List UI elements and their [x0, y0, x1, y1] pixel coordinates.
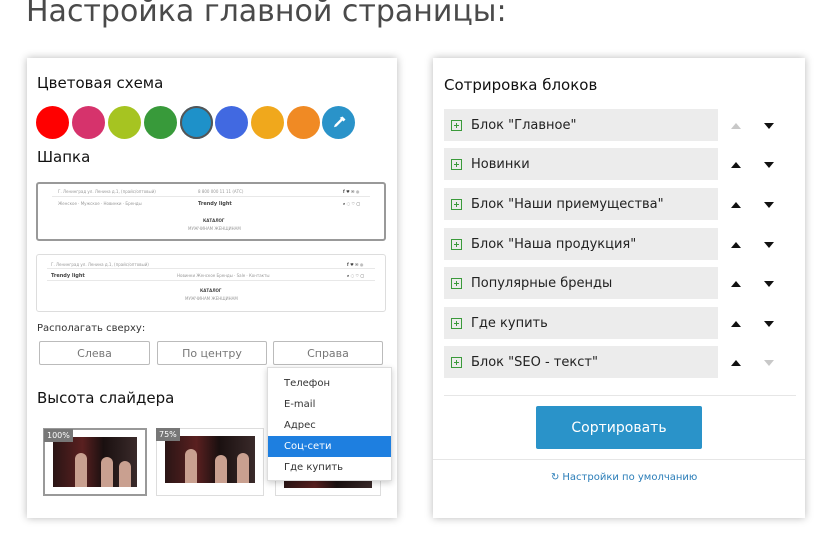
- color-picker-button[interactable]: [322, 106, 355, 139]
- sort-button[interactable]: Сортировать: [536, 406, 702, 449]
- reset-defaults-label: Настройки по умолчанию: [562, 472, 698, 483]
- preview-nav: Женское · Мужское · Новинки · Бренды: [58, 201, 142, 206]
- move-down-arrow-icon[interactable]: [764, 162, 774, 168]
- expand-plus-icon[interactable]: [451, 158, 462, 170]
- preview-action-icons: ⌕ ◌ ♡ ▢: [343, 201, 361, 206]
- dropdown-item-where-to-buy[interactable]: Где купить: [268, 457, 391, 478]
- color-swatch-royal-blue[interactable]: [215, 106, 248, 139]
- sort-blocks-title: Сотрировка блоков: [444, 76, 598, 94]
- sort-block-label: Блок "Наши приемущества": [471, 196, 664, 212]
- slider-preview-image: [165, 436, 255, 483]
- preview-sub: МУЖЧИНАМ ЖЕНЩИНАМ: [188, 226, 241, 231]
- slider-badge: 100%: [44, 429, 73, 442]
- divider: [433, 459, 805, 460]
- header-layout-option-1[interactable]: Г. Ленинград ул. Ленина д.1, (прайс/опто…: [36, 182, 386, 241]
- preview-logo: Trendy light: [198, 201, 232, 207]
- color-swatch-orange[interactable]: [287, 106, 320, 139]
- move-up-arrow-icon[interactable]: [731, 321, 741, 327]
- color-swatch-pink[interactable]: [72, 106, 105, 139]
- move-down-arrow-icon: [764, 360, 774, 366]
- expand-plus-icon[interactable]: [451, 198, 462, 210]
- sort-block-label: Популярные бренды: [471, 275, 613, 291]
- sort-block-row[interactable]: Блок "SEO - текст": [444, 346, 718, 378]
- position-label: Располагать сверху:: [37, 323, 146, 334]
- slider-height-option-100[interactable]: 100%: [43, 428, 147, 496]
- color-scheme-title: Цветовая схема: [37, 74, 164, 92]
- sort-block-label: Блок "Главное": [471, 117, 577, 133]
- slider-preview-image: [284, 481, 372, 488]
- color-swatch-red[interactable]: [36, 106, 69, 139]
- header-layout-option-2[interactable]: Г. Ленинград ул. Ленина д.1, (прайс/опто…: [36, 254, 386, 312]
- sort-block-row[interactable]: Блок "Главное": [444, 109, 718, 141]
- move-down-arrow-icon[interactable]: [764, 123, 774, 129]
- eyedropper-icon: [333, 116, 345, 127]
- preview-catalog: КАТАЛОГ: [203, 218, 225, 223]
- slider-preview-image: [53, 437, 137, 487]
- slider-height-title: Высота слайдера: [37, 389, 175, 407]
- page-title: Настройка главной страницы:: [26, 0, 507, 29]
- preview-action-icons: ⌕ ◌ ♡ ▢: [347, 273, 365, 278]
- header-title: Шапка: [37, 148, 91, 166]
- move-up-arrow-icon[interactable]: [731, 360, 741, 366]
- dropdown-item-email[interactable]: E-mail: [268, 394, 391, 415]
- color-swatch-blue[interactable]: [180, 106, 213, 139]
- move-down-arrow-icon[interactable]: [764, 281, 774, 287]
- slider-badge: 75%: [156, 428, 180, 441]
- dropdown-item-phone[interactable]: Телефон: [268, 373, 391, 394]
- position-right-button[interactable]: Справа: [273, 341, 383, 365]
- color-swatch-lime[interactable]: [108, 106, 141, 139]
- reset-defaults-link[interactable]: ↻ Настройки по умолчанию: [551, 472, 697, 483]
- color-swatch-yellow[interactable]: [251, 106, 284, 139]
- move-up-arrow-icon[interactable]: [731, 281, 741, 287]
- preview-sub: МУЖЧИНАМ ЖЕНЩИНАМ: [185, 296, 238, 301]
- refresh-icon: ↻: [551, 472, 560, 483]
- move-down-arrow-icon[interactable]: [764, 321, 774, 327]
- preview-social-icons: f ♥ ✉ ◎: [343, 189, 360, 194]
- move-up-arrow-icon[interactable]: [731, 162, 741, 168]
- sort-block-row[interactable]: Блок "Наши приемущества": [444, 188, 718, 220]
- expand-plus-icon[interactable]: [451, 317, 462, 329]
- preview-nav: Новинки Женское Бренды · Sale · Контакты: [177, 273, 270, 278]
- preview-address: Г. Ленинград ул. Ленина д.1, (прайс/опто…: [58, 189, 156, 194]
- sort-block-label: Где купить: [471, 315, 548, 331]
- sort-block-label: Блок "Наша продукция": [471, 236, 637, 252]
- position-left-button[interactable]: Слева: [39, 341, 150, 365]
- move-down-arrow-icon[interactable]: [764, 242, 774, 248]
- preview-address: Г. Ленинград ул. Ленина д.1, (прайс/опто…: [51, 262, 149, 267]
- expand-plus-icon[interactable]: [451, 119, 462, 131]
- dropdown-item-social[interactable]: Соц-сети: [268, 436, 391, 457]
- move-up-arrow-icon[interactable]: [731, 242, 741, 248]
- sort-block-row[interactable]: Блок "Наша продукция": [444, 228, 718, 260]
- sort-block-row[interactable]: Популярные бренды: [444, 267, 718, 299]
- move-down-arrow-icon[interactable]: [764, 202, 774, 208]
- preview-catalog: КАТАЛОГ: [200, 288, 222, 293]
- dropdown-item-address[interactable]: Адрес: [268, 415, 391, 436]
- expand-plus-icon[interactable]: [451, 356, 462, 368]
- expand-plus-icon[interactable]: [451, 238, 462, 250]
- sort-block-label: Блок "SEO - текст": [471, 354, 598, 370]
- move-up-arrow-icon: [731, 123, 741, 129]
- move-up-arrow-icon[interactable]: [731, 202, 741, 208]
- sort-block-row[interactable]: Новинки: [444, 148, 718, 180]
- divider: [444, 395, 796, 396]
- preview-social-icons: f ♥ ✉ ◎: [347, 262, 364, 267]
- sort-block-label: Новинки: [471, 156, 530, 172]
- preview-logo: Trendy light: [51, 273, 85, 279]
- position-dropdown-menu: Телефон E-mail Адрес Соц-сети Где купить: [267, 367, 392, 481]
- color-swatch-green[interactable]: [144, 106, 177, 139]
- slider-height-option-75[interactable]: 75%: [156, 428, 264, 496]
- sort-block-row[interactable]: Где купить: [444, 307, 718, 339]
- expand-plus-icon[interactable]: [451, 277, 462, 289]
- position-center-button[interactable]: По центру: [157, 341, 267, 365]
- preview-phone: 8 800 000 11 11 (АТС): [198, 189, 244, 194]
